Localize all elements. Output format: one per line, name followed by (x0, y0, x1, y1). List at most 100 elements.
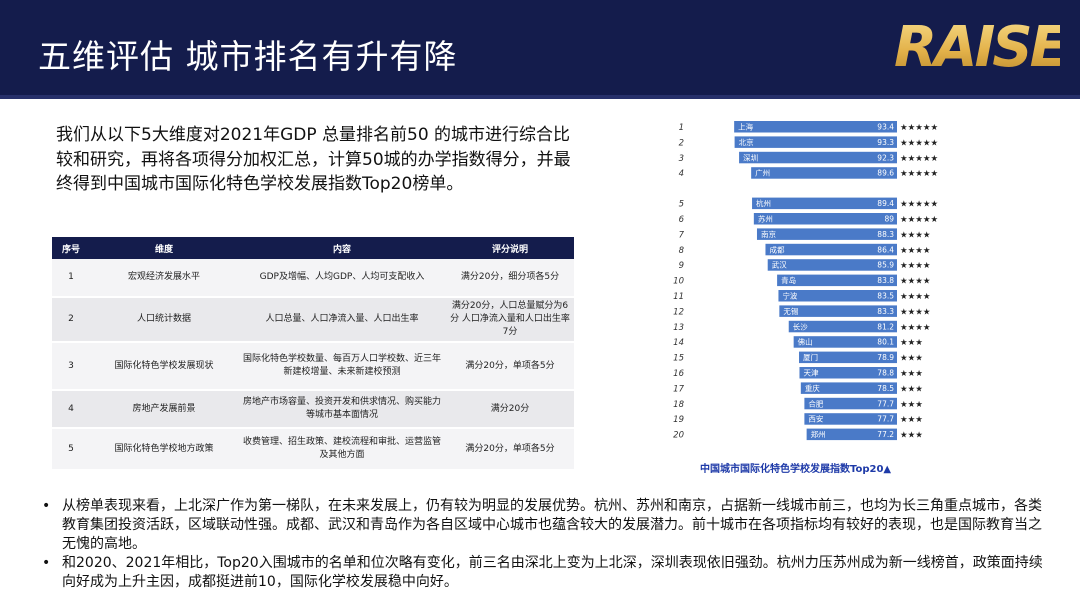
bar (756, 228, 897, 240)
table-row: 5 国际化特色学校地方政策 收费管理、招生政策、建校流程和审批、运营监管及其他方… (52, 428, 574, 471)
rank-label: 8 (679, 246, 685, 256)
city-label: 成都 (769, 244, 784, 254)
star-rating: ★★★★★ (900, 200, 938, 210)
cell-scoring: 满分20分，细分项各5分 (446, 259, 574, 298)
cell-no: 5 (52, 428, 90, 471)
value-label: 93.4 (877, 123, 894, 132)
star-rating: ★★★★ (900, 230, 931, 240)
bullet-item: • 和2020、2021年相比，Top20入围城市的名单和位次略有变化，前三名由深… (38, 554, 1048, 592)
rank-label: 14 (673, 338, 684, 348)
star-rating: ★★★ (900, 415, 923, 425)
value-label: 78.9 (877, 353, 894, 362)
value-label: 86.4 (877, 245, 894, 254)
criteria-header-row: 序号 维度 内容 评分说明 (52, 237, 574, 259)
cell-scoring: 满分20分，单项各5分 (446, 428, 574, 471)
rank-label: 7 (679, 230, 685, 240)
header-dimension: 维度 (90, 237, 238, 259)
star-rating: ★★★★★ (900, 215, 938, 225)
cell-no: 1 (52, 259, 90, 298)
bullet-text: 和2020、2021年相比，Top20入围城市的名单和位次略有变化，前三名由深北… (62, 555, 1043, 590)
cell-dimension: 国际化特色学校发展现状 (90, 342, 238, 391)
star-rating: ★★★ (900, 338, 923, 348)
city-label: 广州 (755, 168, 770, 178)
star-rating: ★★★★ (900, 307, 931, 317)
logo-text: RAISE (894, 15, 1060, 78)
value-label: 83.8 (877, 276, 894, 285)
bullet-dot: • (42, 498, 51, 514)
value-label: 85.9 (877, 261, 894, 270)
table-row: 4 房地产发展前景 房地产市场容量、投资开发和供求情况、购买能力等城市基本面情况… (52, 390, 574, 429)
rank-label: 13 (673, 323, 684, 333)
star-rating: ★★★ (900, 400, 923, 410)
city-label: 合肥 (808, 398, 823, 408)
criteria-table: 序号 维度 内容 评分说明 1 宏观经济发展水平 GDP及增幅、人均GDP、人均… (52, 237, 574, 471)
value-label: 77.7 (877, 415, 894, 424)
city-label: 重庆 (805, 383, 820, 393)
rank-label: 15 (673, 354, 684, 364)
rank-label: 19 (673, 415, 684, 425)
star-rating: ★★★★★ (900, 123, 938, 133)
rank-label: 18 (673, 400, 684, 410)
star-rating: ★★★ (900, 384, 923, 394)
bar (739, 151, 897, 164)
header-divider (0, 95, 1080, 99)
star-rating: ★★★★ (900, 277, 931, 287)
cell-scoring: 满分20分，单项各5分 (446, 342, 574, 391)
rank-label: 11 (673, 292, 684, 302)
chart-title: 中国城市国际化特色学校发展指数Top20▲ (700, 464, 892, 475)
cell-dimension: 房地产发展前景 (90, 390, 238, 429)
value-label: 89.6 (877, 169, 894, 178)
city-label: 佛山 (798, 337, 813, 347)
city-label: 武汉 (772, 260, 787, 270)
rank-label: 10 (673, 277, 684, 287)
bullet-item: • 从榜单表现来看，上北深广作为第一梯队，在未来发展上，仍有较为明显的发展优势。杭… (38, 497, 1048, 554)
city-label: 南京 (761, 229, 776, 239)
value-label: 92.3 (877, 153, 894, 162)
raise-logo: RAISE (894, 15, 1060, 78)
bar (734, 136, 897, 148)
value-label: 93.3 (877, 138, 894, 147)
star-rating: ★★★ (900, 369, 923, 379)
value-label: 81.2 (877, 322, 894, 331)
value-label: 80.1 (877, 338, 894, 347)
rank-label: 2 (679, 138, 684, 148)
cell-content: 国际化特色学校数量、每百万人口学校数、近三年新建校增量、未来新建校预测 (238, 342, 446, 391)
page-title: 五维评估 城市排名有升有降 (38, 37, 458, 76)
cell-no: 2 (52, 297, 90, 343)
bullet-dot: • (42, 555, 51, 571)
value-label: 77.2 (877, 430, 894, 439)
city-label: 杭州 (756, 198, 771, 208)
cell-dimension: 人口统计数据 (90, 297, 238, 343)
table-row: 3 国际化特色学校发展现状 国际化特色学校数量、每百万人口学校数、近三年新建校增… (52, 342, 574, 391)
star-rating: ★★★★★ (900, 154, 938, 164)
city-label: 无锡 (783, 307, 798, 316)
header-no: 序号 (52, 237, 90, 259)
bar (753, 213, 897, 225)
cell-no: 4 (52, 390, 90, 429)
city-label: 郑州 (811, 429, 826, 439)
star-rating: ★★★★ (900, 261, 931, 271)
value-label: 88.3 (877, 230, 894, 239)
city-label: 长沙 (793, 321, 809, 331)
star-rating: ★★★ (900, 354, 923, 364)
cell-content: 人口总量、人口净流入量、人口出生率 (238, 297, 446, 343)
value-label: 77.7 (877, 399, 894, 408)
star-rating: ★★★★ (900, 246, 931, 256)
star-rating: ★★★★★ (900, 138, 938, 148)
star-rating: ★★★ (900, 431, 923, 441)
bar (751, 167, 897, 179)
cell-content: 收费管理、招生政策、建校流程和审批、运营监管及其他方面 (238, 428, 446, 471)
value-label: 89.4 (877, 199, 894, 208)
cell-content: GDP及增幅、人均GDP、人均可支配收入 (238, 259, 446, 298)
rank-label: 20 (673, 431, 684, 441)
table-row: 2 人口统计数据 人口总量、人口净流入量、人口出生率 满分20分，人口总量赋分为… (52, 297, 574, 343)
intro-paragraph: 我们从以下5大维度对2021年GDP 总量排名前50 的城市进行综合比较和研究，… (56, 125, 571, 194)
value-label: 78.5 (877, 384, 894, 393)
rank-label: 17 (673, 384, 684, 394)
star-rating: ★★★★ (900, 292, 931, 302)
ranking-bar-chart: 1 上海 93.4 ★★★★★ 2 北京 93.3 ★★★★★ 3 深圳 92.3 ★★★★★ 4 广州 8… (673, 121, 938, 441)
rank-label: 5 (679, 200, 684, 210)
city-label: 青岛 (781, 275, 796, 285)
cell-dimension: 宏观经济发展水平 (90, 259, 238, 298)
value-label: 83.5 (877, 292, 894, 301)
